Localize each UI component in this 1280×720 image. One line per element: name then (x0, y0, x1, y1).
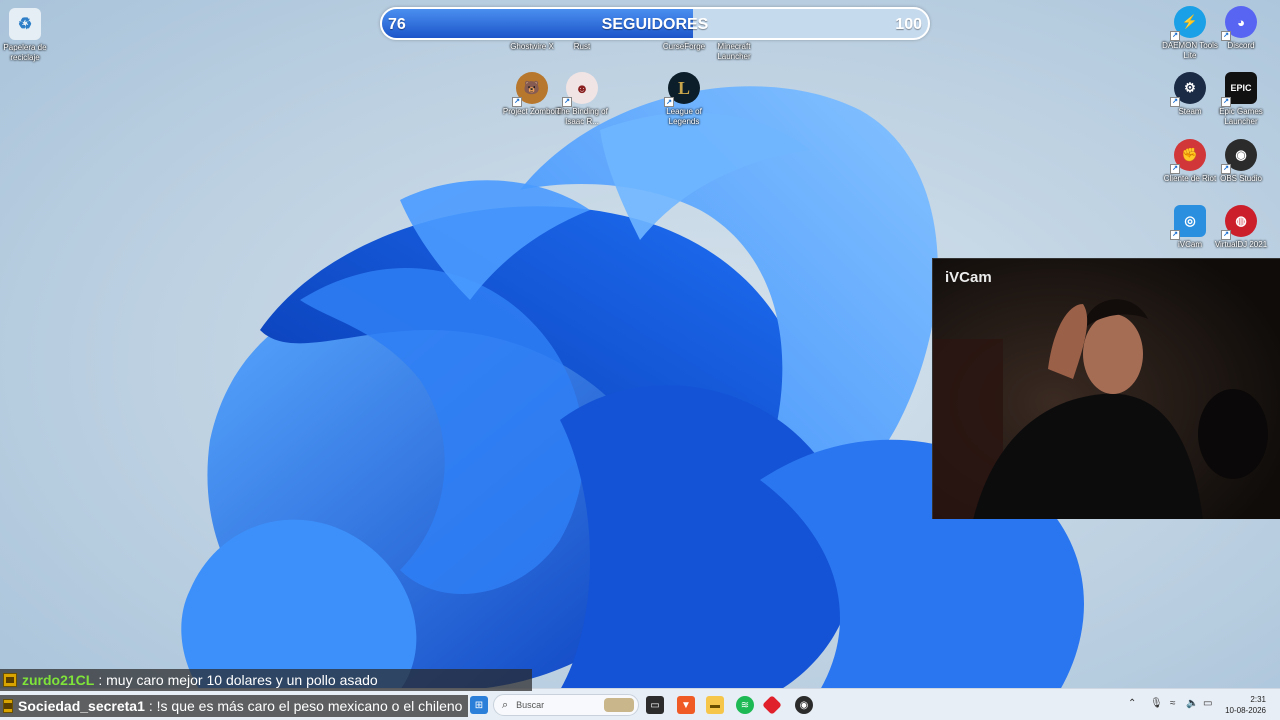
chat-username: zurdo21CL (22, 672, 95, 688)
spotify-icon[interactable]: ≋ (736, 696, 754, 714)
taskbar-clock[interactable]: 2:31 10-08-2026 (1225, 694, 1266, 716)
riot-client-icon: ✊ ↗ (1170, 139, 1206, 174)
webcam-video-frame (933, 259, 1280, 519)
project-zomboid-icon: 🐻 ↗ (512, 72, 548, 107)
chat-text: : muy caro mejor 10 dolares y un pollo a… (98, 672, 378, 688)
desktop-icon-league-of-legends[interactable]: L ↗ League of Legends (653, 72, 715, 127)
subscriber-badge-icon (3, 699, 13, 713)
search-input[interactable]: ⌕ Buscar (493, 694, 639, 716)
virtualdj-icon: ◍ ↗ (1221, 205, 1257, 240)
chat-message: Sociedad_secreta1 : !s que es más caro e… (0, 695, 468, 717)
windows-start-icon[interactable]: ⊞ (470, 696, 488, 714)
gem-app-icon[interactable] (762, 695, 782, 715)
desktop-icon-label: Discord (1227, 41, 1255, 50)
desktop-icon-label: League of Legends (666, 107, 702, 126)
desktop-icon-epic-games[interactable]: EPIC ↗ Epic Games Launcher (1210, 72, 1272, 127)
desktop-icon-label: Minecraft Launcher (717, 42, 751, 61)
brave-browser-icon[interactable]: ▼ (677, 696, 695, 714)
obs-icon[interactable]: ◉ (795, 696, 813, 714)
folder-icon[interactable]: ▬ (706, 696, 724, 714)
obs-studio-icon: ◉ ↗ (1221, 139, 1257, 174)
desktop-icon-label: OBS Studio (1220, 174, 1262, 183)
desktop-icon-label: VirtualDJ 2021 (1214, 240, 1268, 249)
search-placeholder: Buscar (516, 700, 545, 710)
battery-icon[interactable]: ▭ (1203, 698, 1212, 709)
chat-message: zurdo21CL : muy caro mejor 10 dolares y … (0, 669, 532, 691)
steam-icon: ⚙ ↗ (1170, 72, 1206, 107)
clock-time: 2:31 (1250, 695, 1266, 704)
follower-goal-bar: 76 SEGUIDORES 100 (380, 7, 930, 40)
chat-text: : !s que es más caro el peso mexicano o … (148, 698, 463, 714)
desktop-icon-label: Rust (573, 42, 591, 51)
desktop-icon-recycle-bin[interactable]: ♻ Papelera de reciclaje (0, 8, 56, 63)
webcam-label: iVCam (945, 269, 992, 286)
chat-username: Sociedad_secreta1 (18, 698, 145, 714)
desktop-icon-obs-studio[interactable]: ◉ ↗ OBS Studio (1210, 139, 1272, 184)
file-explorer-icon[interactable]: ▭ (646, 696, 664, 714)
ivcam-icon: ◎ ↗ (1170, 205, 1206, 240)
desktop-icon-label: Papelera de reciclaje (3, 43, 47, 62)
webcam-overlay: iVCam (932, 258, 1280, 519)
desktop-icon-label: The Binding of Isaac R... (556, 107, 608, 126)
search-highlight-icon (604, 698, 634, 712)
follower-goal-title: SEGUIDORES (601, 16, 709, 33)
desktop-icon-virtualdj[interactable]: ◍ ↗ VirtualDJ 2021 (1210, 205, 1272, 250)
wifi-icon[interactable]: ≈ (1170, 698, 1176, 709)
epic-games-icon: EPIC ↗ (1221, 72, 1257, 107)
isaac-icon: ☻ ↗ (562, 72, 598, 107)
desktop-icon-discord[interactable]: ◕ ↗ Discord (1210, 6, 1272, 51)
tray-chevron-icon[interactable]: ⌃ (1128, 698, 1136, 709)
league-of-legends-icon: L ↗ (664, 72, 700, 107)
search-icon: ⌕ (502, 698, 509, 711)
daemon-tools-icon: ⚡ ↗ (1170, 6, 1206, 41)
subscriber-badge-icon (3, 673, 17, 687)
desktop-icon-binding-of-isaac[interactable]: ☻ ↗ The Binding of Isaac R... (551, 72, 613, 127)
clock-date: 10-08-2026 (1225, 706, 1266, 715)
follower-goal-target: 100 (895, 16, 922, 33)
recycle-bin-icon: ♻ (9, 8, 41, 40)
discord-icon: ◕ ↗ (1221, 6, 1257, 41)
volume-icon[interactable]: 🔈 (1186, 698, 1198, 709)
desktop-icon-label: Epic Games Launcher (1219, 107, 1263, 126)
microphone-icon[interactable]: 🎙 (1150, 698, 1163, 709)
